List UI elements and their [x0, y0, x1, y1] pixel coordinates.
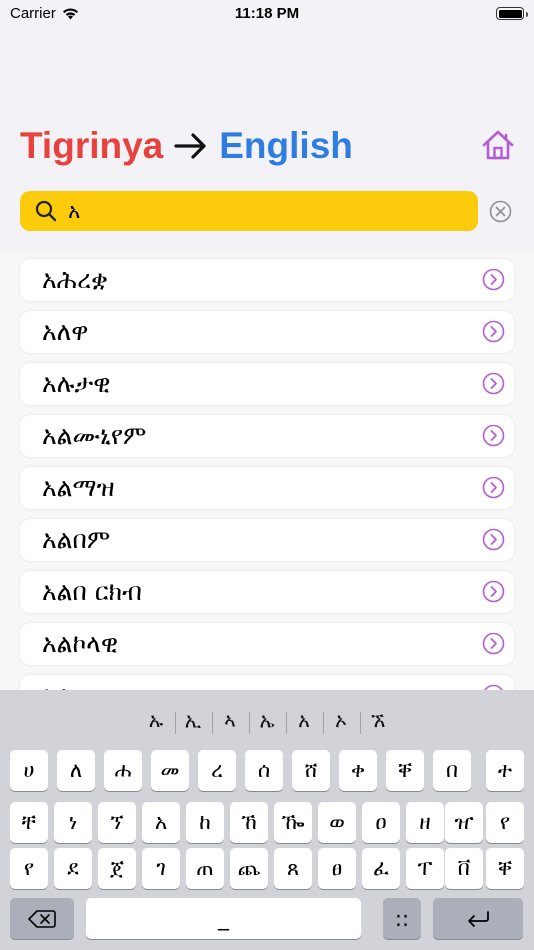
search-row [20, 191, 514, 231]
chevron-right-icon [482, 580, 505, 603]
list-item-label: አለዋ [42, 317, 89, 346]
chevron-right-icon [482, 372, 505, 395]
keyboard-key[interactable]: ቐ [386, 750, 424, 791]
suggestion-key[interactable]: ኡ [138, 708, 175, 732]
keyboard-key[interactable]: ቸ [10, 802, 48, 843]
keyboard-key[interactable]: ፈ [362, 848, 400, 889]
keyboard-key[interactable]: ጨ [230, 848, 268, 889]
list-item-label: አልሙኒየም [42, 421, 147, 450]
clock: 11:18 PM [234, 5, 300, 22]
header: Tigrinya English [20, 120, 514, 172]
keyboard-key[interactable]: ረ [198, 750, 236, 791]
keyboard-key[interactable]: በ [433, 750, 471, 791]
keyboard-key[interactable]: የ [10, 848, 48, 889]
suggestion-key[interactable]: አ [285, 708, 323, 734]
suggestion-key[interactable]: ኣ [211, 708, 249, 734]
keyboard-key[interactable]: ዀ [274, 802, 312, 843]
return-key[interactable] [433, 898, 523, 939]
arrow-right-icon [174, 133, 206, 159]
backspace-icon [28, 909, 56, 928]
suggestion-key[interactable]: ኢ [174, 708, 212, 734]
keyboard-key[interactable]: ጠ [186, 848, 224, 889]
list-item-label: አልማዝ [42, 473, 115, 502]
list-item-label: አልበ ርክብ [42, 577, 142, 606]
return-icon [468, 910, 489, 927]
chevron-right-icon [482, 424, 505, 447]
close-circle-icon[interactable] [489, 200, 512, 223]
suggestion-key[interactable]: ኦ [322, 708, 360, 734]
keyboard-key[interactable]: ጸ [274, 848, 312, 889]
page-title: Tigrinya English [20, 125, 353, 167]
keyboard-key[interactable]: ዠ [445, 802, 483, 843]
keyboard-key[interactable]: ሸ [292, 750, 330, 791]
battery-icon [496, 7, 528, 20]
keyboard-key[interactable]: ገ [142, 848, 180, 889]
list-item[interactable]: አልሙኒየም [20, 415, 514, 457]
keyboard-key[interactable]: ለ [57, 750, 95, 791]
chevron-right-icon [482, 320, 505, 343]
keyboard-key[interactable]: ጀ [98, 848, 136, 889]
results-list: አሕረቋ አለዋ አሉታዊ አልሙኒየም አልማዝ አልበም አልበ ርክብ አ… [0, 250, 534, 690]
keyboard-key[interactable]: ቨ [445, 848, 483, 889]
keyboard-key[interactable]: የ [486, 802, 524, 843]
keyboard-key[interactable]: ሀ [10, 750, 48, 791]
keyboard: ኡ ኢ ኣ ኤ አ ኦ ኧ ሀ ለ ሐ መ ረ ሰ ሸ ቀ ቐ በ ተ ቸ ነ … [0, 690, 534, 950]
list-item[interactable]: አልኮላዊ [20, 623, 514, 665]
list-item[interactable]: አል [20, 675, 514, 690]
keyboard-key[interactable]: ከ [186, 802, 224, 843]
list-item-label: አሉታዊ [42, 369, 111, 398]
globe-key[interactable]: :: [383, 898, 421, 939]
chevron-right-icon [482, 632, 505, 655]
keyboard-key[interactable]: ቀ [339, 750, 377, 791]
list-item-label: አልበም [42, 525, 111, 554]
search-input[interactable] [68, 199, 448, 223]
status-bar: Carrier 11:18 PM [0, 0, 534, 30]
keyboard-key[interactable]: አ [142, 802, 180, 843]
keyboard-key[interactable]: ፀ [318, 848, 356, 889]
keyboard-key[interactable]: ተ [486, 750, 524, 791]
keyboard-key[interactable]: ወ [318, 802, 356, 843]
keyboard-key[interactable]: ሰ [245, 750, 283, 791]
keyboard-key[interactable]: ፐ [406, 848, 444, 889]
list-item[interactable]: አልበ ርክብ [20, 571, 514, 613]
keyboard-key[interactable]: ኘ [98, 802, 136, 843]
search-icon [35, 200, 57, 222]
source-language: Tigrinya [20, 125, 164, 166]
delete-key[interactable] [10, 898, 74, 939]
suggestion-key[interactable]: ኧ [359, 708, 397, 734]
list-item[interactable]: አልበም [20, 519, 514, 561]
search-bar[interactable] [20, 191, 478, 231]
list-item-label: አል [42, 681, 73, 690]
keyboard-key[interactable]: መ [151, 750, 189, 791]
chevron-right-icon [482, 528, 505, 551]
list-item[interactable]: አልማዝ [20, 467, 514, 509]
keyboard-key[interactable]: ኸ [230, 802, 268, 843]
home-icon[interactable] [480, 128, 516, 162]
keyboard-key[interactable]: ነ [54, 802, 92, 843]
keyboard-key[interactable]: ቐ [486, 848, 524, 889]
chevron-right-icon [482, 268, 505, 291]
suggestion-key[interactable]: ኤ [248, 708, 286, 734]
target-language: English [219, 125, 353, 166]
list-item[interactable]: አሉታዊ [20, 363, 514, 405]
list-item[interactable]: አለዋ [20, 311, 514, 353]
keyboard-key[interactable]: ሐ [104, 750, 142, 791]
keyboard-key[interactable]: ደ [54, 848, 92, 889]
suggestion-bar: ኡ ኢ ኣ ኤ አ ኦ ኧ [0, 700, 534, 740]
space-key[interactable]: _ [86, 898, 361, 939]
keyboard-key[interactable]: ዐ [362, 802, 400, 843]
chevron-right-icon [482, 476, 505, 499]
keyboard-key[interactable]: ዘ [406, 802, 444, 843]
list-item[interactable]: አሕረቋ [20, 259, 514, 301]
list-item-label: አልኮላዊ [42, 629, 119, 658]
list-item-label: አሕረቋ [42, 265, 108, 294]
